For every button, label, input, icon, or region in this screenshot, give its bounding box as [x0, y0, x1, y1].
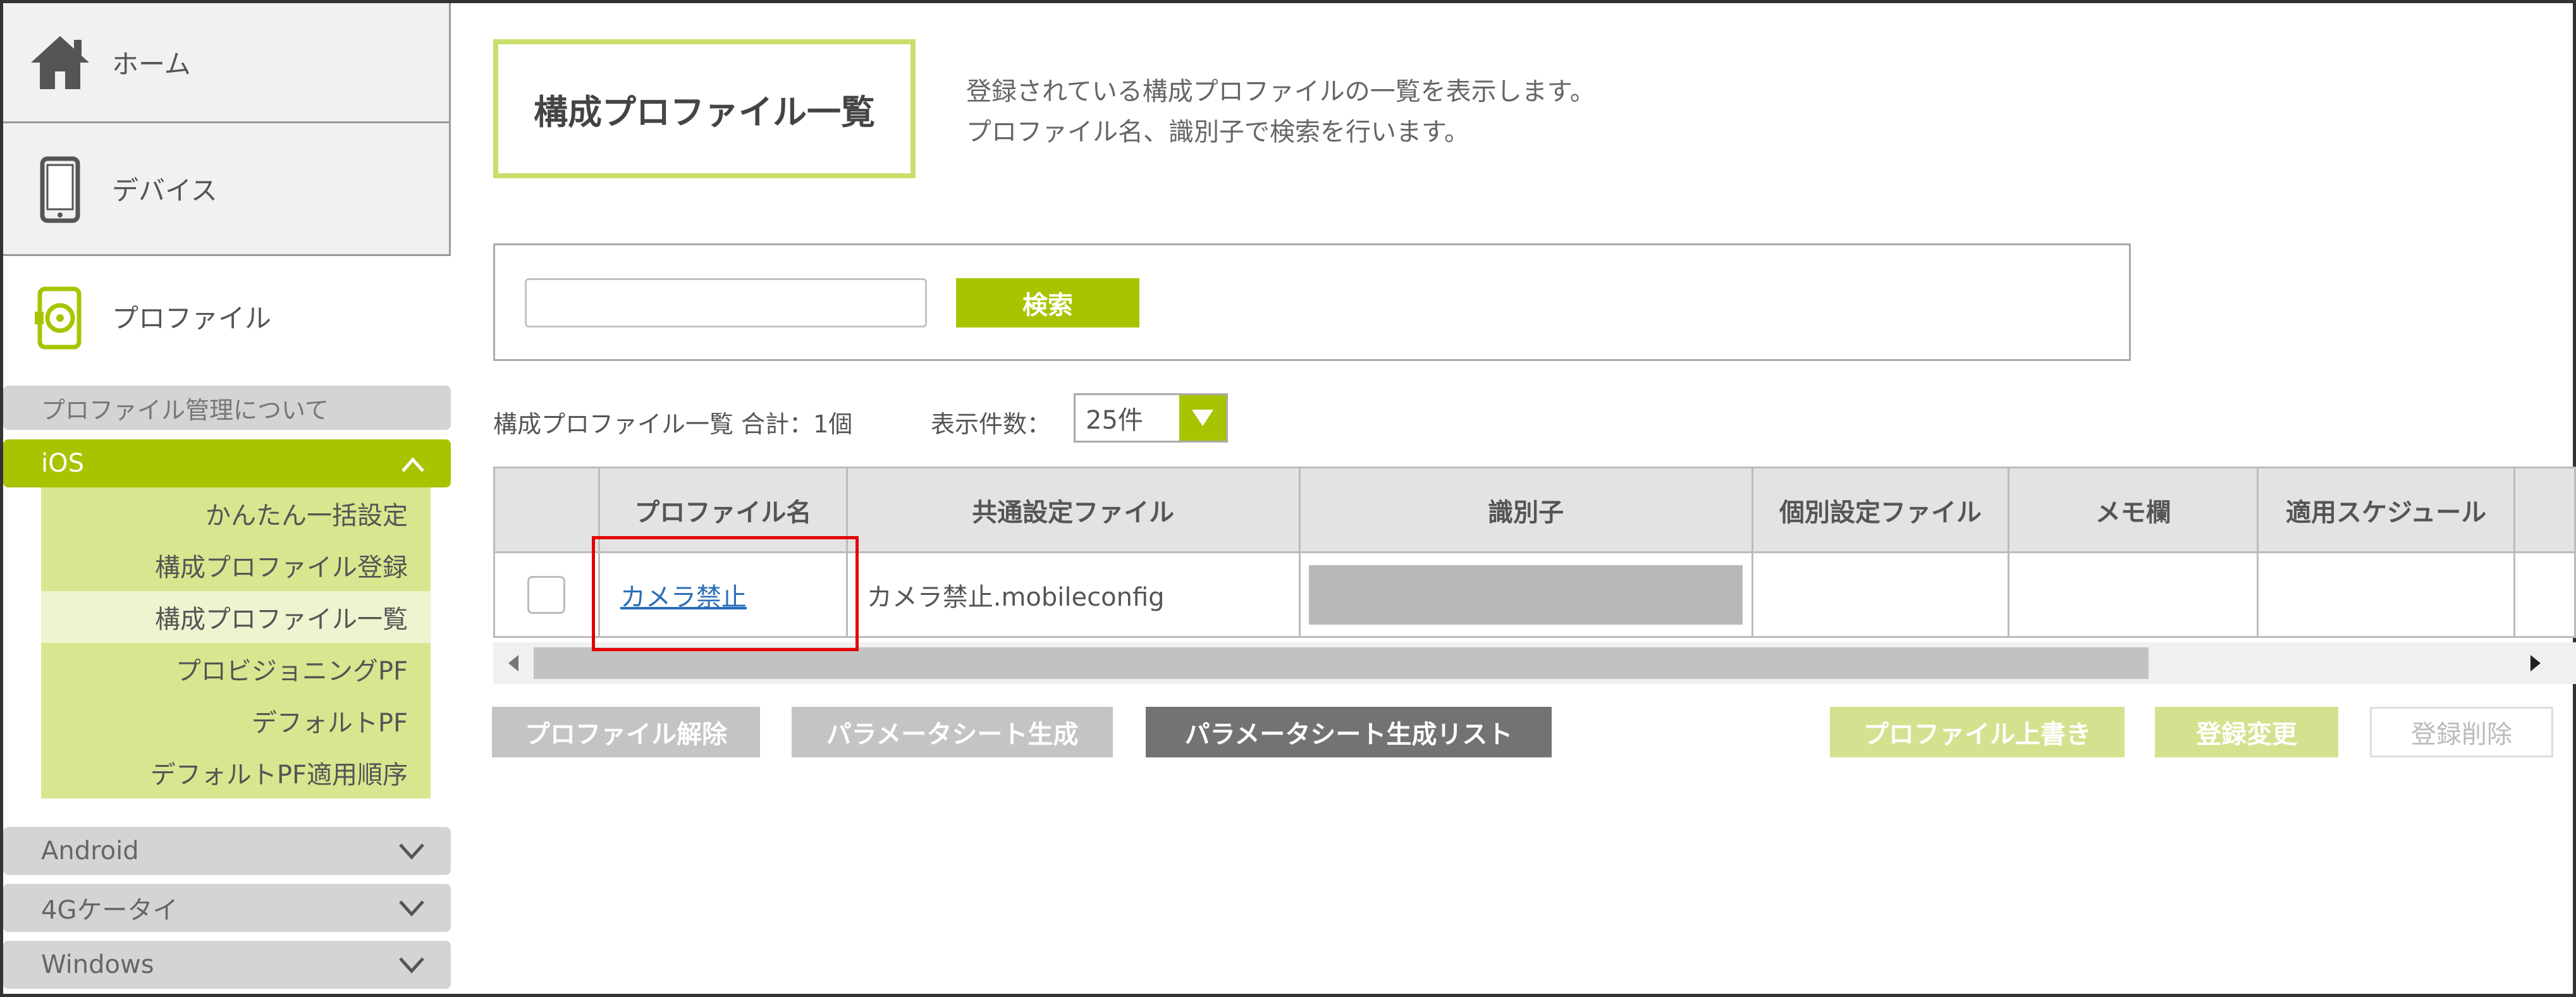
- sidebar-item-bulk-setup[interactable]: かんたん一括設定: [41, 487, 431, 539]
- scroll-right-arrow-icon[interactable]: [2524, 652, 2546, 674]
- sidebar-section-ios[interactable]: iOS: [3, 439, 451, 487]
- sidebar-item-default-pf[interactable]: デフォルトPF: [41, 695, 431, 747]
- nav-device[interactable]: デバイス: [3, 123, 451, 256]
- nav-device-label: デバイス: [112, 175, 218, 206]
- column-header-profile-name[interactable]: プロファイル名: [598, 467, 848, 553]
- chevron-up-icon: [402, 457, 424, 472]
- sidebar-section-4g-keitai[interactable]: 4Gケータイ: [3, 884, 451, 932]
- column-header-identifier[interactable]: 識別子: [1298, 467, 1753, 553]
- nav-profile-label: プロファイル: [112, 302, 272, 334]
- page-description-line2: プロファイル名、識別子で検索を行います。: [966, 118, 1469, 147]
- profile-table-wrapper: プロファイル名 共通設定ファイル 識別子 個別設定ファイル メモ欄 適用スケジュ…: [493, 467, 2576, 640]
- column-header-common-file[interactable]: 共通設定ファイル: [845, 467, 1301, 553]
- column-header-memo[interactable]: メモ欄: [2008, 467, 2259, 553]
- dropdown-arrow[interactable]: [1179, 395, 1226, 441]
- sidebar-item-provisioning-pf[interactable]: プロビジョニングPF: [41, 643, 431, 695]
- nav-home-label: ホーム: [112, 49, 191, 80]
- scrollbar-thumb[interactable]: [534, 647, 2149, 679]
- edit-registration-button[interactable]: 登録変更: [2155, 707, 2338, 757]
- chevron-down-icon: [399, 957, 424, 974]
- table-row: カメラ禁止 カメラ禁止.mobileconfig: [493, 551, 2576, 638]
- column-header-schedule[interactable]: 適用スケジュール: [2257, 467, 2515, 553]
- delete-registration-button[interactable]: 登録削除: [2370, 707, 2553, 757]
- windows-label: Windows: [41, 950, 154, 979]
- per-page-select[interactable]: 25件: [1074, 393, 1228, 443]
- sidebar-item-about[interactable]: プロファイル管理について: [3, 386, 451, 430]
- sidebar-item-default-pf-order[interactable]: デフォルトPF適用順序: [41, 747, 431, 798]
- parameter-sheet-list-button[interactable]: パラメータシート生成リスト: [1146, 707, 1552, 757]
- sidebar-section-windows[interactable]: Windows: [3, 941, 451, 989]
- identifier-cell: [1298, 551, 1753, 638]
- sidebar-item-profile-register[interactable]: 構成プロファイル登録: [41, 539, 431, 591]
- chevron-down-icon: [399, 843, 424, 860]
- android-label: Android: [41, 836, 139, 865]
- table-header-row: プロファイル名 共通設定ファイル 識別子 個別設定ファイル メモ欄 適用スケジュ…: [493, 467, 2576, 553]
- profile-name-cell: カメラ禁止: [598, 551, 848, 638]
- column-header-individual-file[interactable]: 個別設定ファイル: [1751, 467, 2010, 553]
- search-input[interactable]: [525, 278, 927, 327]
- column-header-overflow: [2513, 467, 2576, 553]
- row-checkbox[interactable]: [527, 575, 566, 614]
- unassign-profile-button[interactable]: プロファイル解除: [492, 707, 760, 757]
- individual-file-cell: [1751, 551, 2010, 638]
- per-page-label: 表示件数：: [931, 410, 1052, 438]
- triangle-down-icon: [1192, 410, 1213, 426]
- page-title: 構成プロファイル一覧: [534, 92, 875, 132]
- 4g-keitai-label: 4Gケータイ: [41, 896, 178, 925]
- identifier-redacted: [1309, 565, 1743, 625]
- horizontal-scrollbar[interactable]: [493, 642, 2576, 684]
- ios-label: iOS: [41, 449, 84, 478]
- smartphone-icon: [40, 156, 80, 223]
- list-summary: 構成プロファイル一覧 合計：1個: [493, 410, 853, 438]
- schedule-cell: [2257, 551, 2515, 638]
- scroll-left-arrow-icon[interactable]: [503, 652, 525, 674]
- per-page-value: 25件: [1086, 406, 1143, 435]
- generate-parameter-sheet-button[interactable]: パラメータシート生成: [792, 707, 1113, 757]
- page-description-line1: 登録されている構成プロファイルの一覧を表示します。: [966, 77, 1595, 106]
- overwrite-profile-button[interactable]: プロファイル上書き: [1830, 707, 2125, 757]
- profile-table: プロファイル名 共通設定ファイル 識別子 個別設定ファイル メモ欄 適用スケジュ…: [493, 467, 2576, 638]
- nav-profile[interactable]: プロファイル: [3, 256, 451, 376]
- sidebar-item-profile-list[interactable]: 構成プロファイル一覧: [41, 591, 431, 643]
- sidebar: ホーム デバイス プロファイル プロファイル管理について iOS かんたん一括設…: [3, 3, 451, 994]
- chevron-down-icon: [399, 900, 424, 917]
- column-header-select: [493, 467, 600, 553]
- common-file-cell: カメラ禁止.mobileconfig: [845, 551, 1301, 638]
- search-button[interactable]: 検索: [956, 278, 1139, 327]
- ios-submenu: かんたん一括設定 構成プロファイル登録 構成プロファイル一覧 プロビジョニングP…: [41, 487, 431, 798]
- sidebar-section-android[interactable]: Android: [3, 827, 451, 875]
- overflow-cell: [2513, 551, 2576, 638]
- page-title-box: 構成プロファイル一覧: [493, 39, 916, 178]
- row-select-cell: [493, 551, 600, 638]
- memo-cell: [2008, 551, 2259, 638]
- nav-home[interactable]: ホーム: [3, 3, 451, 123]
- profile-name-link[interactable]: カメラ禁止: [600, 583, 747, 612]
- home-icon: [31, 36, 89, 89]
- profile-settings-icon: [35, 286, 82, 350]
